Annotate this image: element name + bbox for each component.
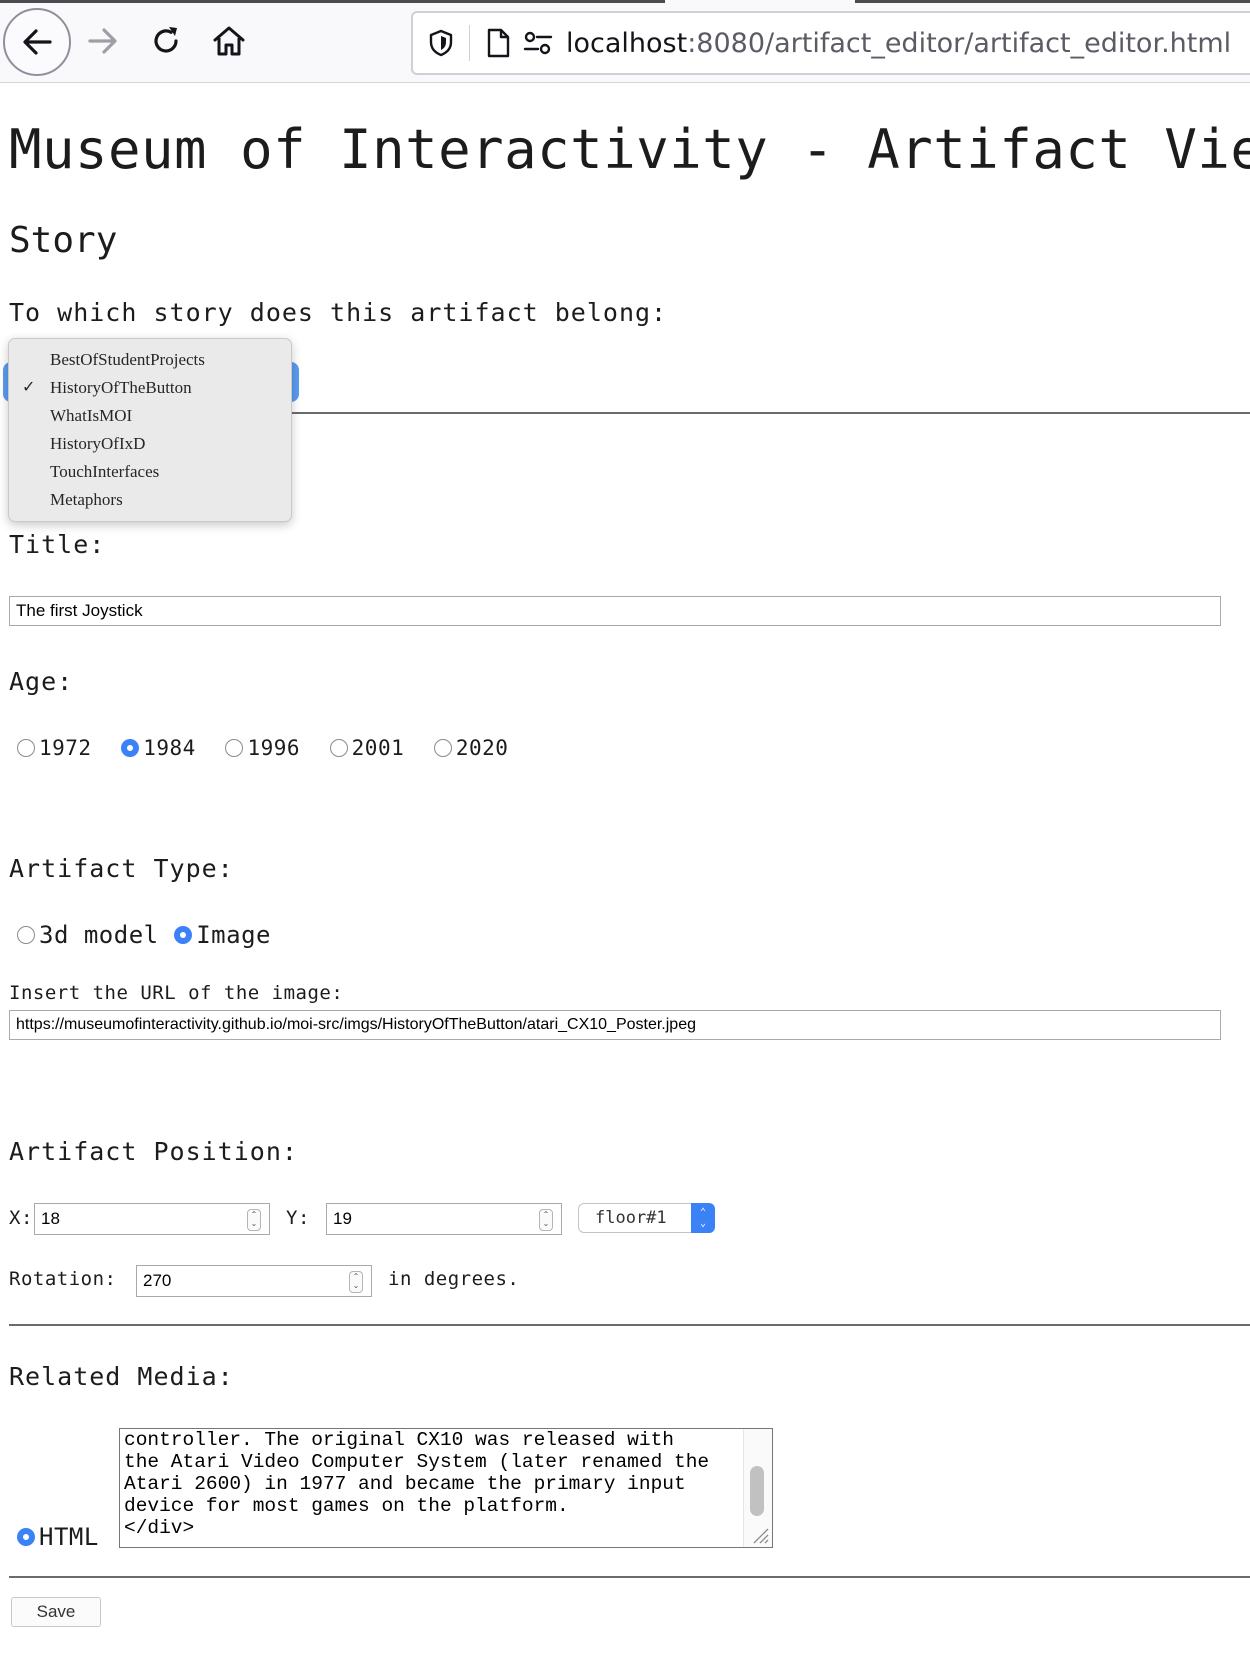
- age-label: Age:: [9, 667, 74, 696]
- story-option-whatismoi[interactable]: WhatIsMOI: [9, 402, 291, 430]
- option-label: TouchInterfaces: [50, 462, 160, 481]
- option-label: HistoryOfTheButton: [50, 378, 192, 397]
- radio-label: 1996: [247, 736, 301, 760]
- x-value: 18: [41, 1209, 60, 1228]
- radio-button-selected[interactable]: [17, 1528, 35, 1546]
- type-option-3d-model[interactable]: 3d model: [17, 921, 159, 949]
- radio-button-selected[interactable]: [121, 739, 140, 757]
- save-button[interactable]: Save: [11, 1597, 101, 1627]
- rotation-value: 270: [143, 1271, 172, 1290]
- artifact-type-label: Artifact Type:: [9, 854, 234, 883]
- age-option-1996[interactable]: 1996: [225, 736, 301, 760]
- artifact-position-label: Artifact Position:: [9, 1137, 298, 1166]
- radio-label: Image: [196, 921, 271, 949]
- page-title: Museum of Interactivity - Artifact View: [9, 118, 1250, 181]
- radio-label: 2001: [351, 736, 405, 760]
- story-question: To which story does this artifact belong…: [9, 298, 668, 327]
- radio-button[interactable]: [17, 926, 35, 944]
- chevron-updown-icon: ⌃ ⌄: [691, 1203, 715, 1233]
- permissions-icon[interactable]: [518, 23, 558, 63]
- reload-button[interactable]: [133, 8, 199, 74]
- radio-label: 3d model: [39, 921, 159, 949]
- related-media-textarea[interactable]: controller. The original CX10 was releas…: [119, 1428, 773, 1548]
- stepper-icon[interactable]: ⌃ ⌄: [247, 1209, 261, 1231]
- title-input[interactable]: The first Joystick: [9, 596, 1221, 626]
- scrollbar-thumb[interactable]: [750, 1466, 764, 1516]
- home-button[interactable]: [196, 8, 262, 74]
- floor-value: floor#1: [595, 1208, 667, 1228]
- story-option-historyofixd[interactable]: HistoryOfIxD: [9, 430, 291, 458]
- page-icon[interactable]: [478, 23, 518, 63]
- story-option-bestofstudentprojects[interactable]: BestOfStudentProjects: [9, 346, 291, 374]
- story-heading: Story: [9, 220, 118, 261]
- image-url-prompt: Insert the URL of the image:: [9, 982, 344, 1004]
- textarea-content[interactable]: controller. The original CX10 was releas…: [124, 1429, 744, 1539]
- artifact-type-radio-group: 3d model Image: [17, 921, 271, 949]
- rotation-unit: in degrees.: [388, 1268, 520, 1290]
- age-option-2020[interactable]: 2020: [433, 736, 509, 760]
- story-option-metaphors[interactable]: Metaphors: [9, 486, 291, 514]
- rotation-label: Rotation:: [9, 1268, 117, 1290]
- stepper-icon[interactable]: ⌃ ⌄: [539, 1209, 553, 1231]
- type-option-image[interactable]: Image: [174, 921, 271, 949]
- radio-button[interactable]: [225, 739, 244, 757]
- forward-button[interactable]: [70, 8, 136, 74]
- x-input[interactable]: 18 ⌃ ⌄: [34, 1203, 270, 1235]
- radio-label: 2020: [455, 736, 509, 760]
- browser-toolbar: localhost:8080/artifact_editor/artifact_…: [0, 0, 1250, 83]
- arrow-left-icon: [23, 29, 52, 55]
- radio-label: 1972: [39, 736, 92, 760]
- story-dropdown-menu: BestOfStudentProjects ✓ HistoryOfTheButto…: [8, 338, 292, 522]
- x-label: X:: [9, 1207, 33, 1229]
- media-type-html-option[interactable]: HTML: [17, 1523, 99, 1551]
- story-option-touchinterfaces[interactable]: TouchInterfaces: [9, 458, 291, 486]
- home-icon: [213, 26, 245, 56]
- radio-button[interactable]: [329, 739, 348, 757]
- divider: [9, 1576, 1250, 1578]
- reload-icon: [154, 27, 178, 53]
- radio-label: 1984: [143, 736, 196, 760]
- title-label: Title:: [9, 530, 106, 559]
- rotation-input[interactable]: 270 ⌃ ⌄: [136, 1265, 372, 1297]
- option-label: HistoryOfIxD: [50, 434, 146, 453]
- y-label: Y:: [286, 1207, 310, 1229]
- tab-strip-edge: [855, 0, 1250, 3]
- related-media-label: Related Media:: [9, 1362, 234, 1391]
- url-separator: [469, 25, 470, 61]
- option-label: Metaphors: [50, 490, 123, 509]
- stepper-icon[interactable]: ⌃ ⌄: [349, 1271, 363, 1293]
- age-option-2001[interactable]: 2001: [329, 736, 405, 760]
- radio-button[interactable]: [17, 739, 35, 757]
- story-option-historyofthebutton[interactable]: ✓ HistoryOfTheButton: [9, 374, 291, 402]
- radio-button[interactable]: [433, 739, 452, 757]
- url-host: localhost: [566, 27, 688, 59]
- age-radio-group: 1972 1984 1996 2001 2020: [17, 736, 508, 760]
- option-label: BestOfStudentProjects: [50, 350, 205, 369]
- tab-strip-edge: [0, 0, 665, 3]
- resize-grip-icon[interactable]: [750, 1525, 770, 1545]
- option-label: WhatIsMOI: [50, 406, 133, 425]
- radio-label: HTML: [39, 1523, 99, 1551]
- shield-icon[interactable]: [421, 23, 461, 63]
- back-button[interactable]: [3, 8, 71, 76]
- address-bar[interactable]: localhost:8080/artifact_editor/artifact_…: [411, 11, 1250, 75]
- age-option-1984[interactable]: 1984: [121, 736, 196, 760]
- url-text: localhost:8080/artifact_editor/artifact_…: [566, 28, 1231, 59]
- url-path: :8080/artifact_editor/artifact_editor.ht…: [687, 27, 1232, 59]
- floor-select[interactable]: floor#1 ⌃ ⌄: [578, 1203, 715, 1233]
- y-input[interactable]: 19 ⌃ ⌄: [326, 1203, 562, 1235]
- divider: [9, 1324, 1250, 1326]
- y-value: 19: [333, 1209, 352, 1228]
- arrow-right-icon: [88, 28, 117, 54]
- image-url-input[interactable]: https://museumofinteractivity.github.io/…: [9, 1010, 1221, 1040]
- radio-button-selected[interactable]: [174, 926, 193, 944]
- age-option-1972[interactable]: 1972: [17, 736, 92, 760]
- check-icon: ✓: [22, 379, 36, 396]
